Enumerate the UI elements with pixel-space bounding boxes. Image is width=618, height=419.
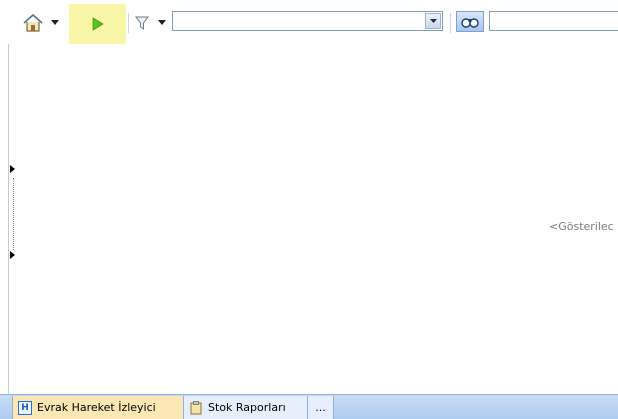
tab-label: ... (315, 401, 326, 414)
tab-label: Evrak Hareket İzleyici (37, 401, 156, 414)
filter-icon (135, 16, 149, 30)
chevron-down-icon (429, 19, 437, 23)
search-input[interactable] (489, 11, 618, 31)
home-button[interactable] (22, 9, 44, 37)
bottom-tab-bar: H Evrak Hareket İzleyici Stok Raporları … (0, 394, 618, 419)
side-panel-splitter[interactable] (10, 162, 18, 266)
toolbar-separator (450, 13, 451, 33)
search-button[interactable] (456, 11, 484, 32)
home-dropdown[interactable] (51, 20, 59, 25)
filter-button[interactable] (135, 9, 149, 37)
binoculars-icon (461, 17, 479, 28)
clipboard-icon (189, 400, 203, 415)
expand-arrow-icon[interactable] (10, 165, 15, 173)
expand-arrow-icon[interactable] (10, 251, 15, 259)
play-icon (92, 17, 104, 31)
tab-stok-raporlari[interactable]: Stok Raporları (184, 396, 308, 419)
splitter-grip (13, 178, 15, 250)
filter-combo-input[interactable] (173, 12, 431, 30)
filter-dropdown[interactable] (158, 20, 166, 25)
tab-label: Stok Raporları (208, 401, 286, 414)
chevron-down-icon (158, 20, 166, 25)
home-icon (23, 13, 43, 32)
panel-border (8, 44, 9, 394)
chevron-down-icon (51, 20, 59, 25)
run-button[interactable] (69, 4, 126, 44)
tab-evrak-hareket-izleyici[interactable]: H Evrak Hareket İzleyici (12, 396, 184, 419)
tab-more[interactable]: ... (308, 396, 334, 419)
tracker-icon: H (18, 400, 32, 415)
filter-combo[interactable] (172, 11, 443, 31)
toolbar (0, 0, 618, 44)
empty-content-placeholder: <Gösterilec (549, 220, 614, 233)
toolbar-separator (128, 13, 129, 33)
combo-dropdown-button[interactable] (425, 13, 441, 29)
